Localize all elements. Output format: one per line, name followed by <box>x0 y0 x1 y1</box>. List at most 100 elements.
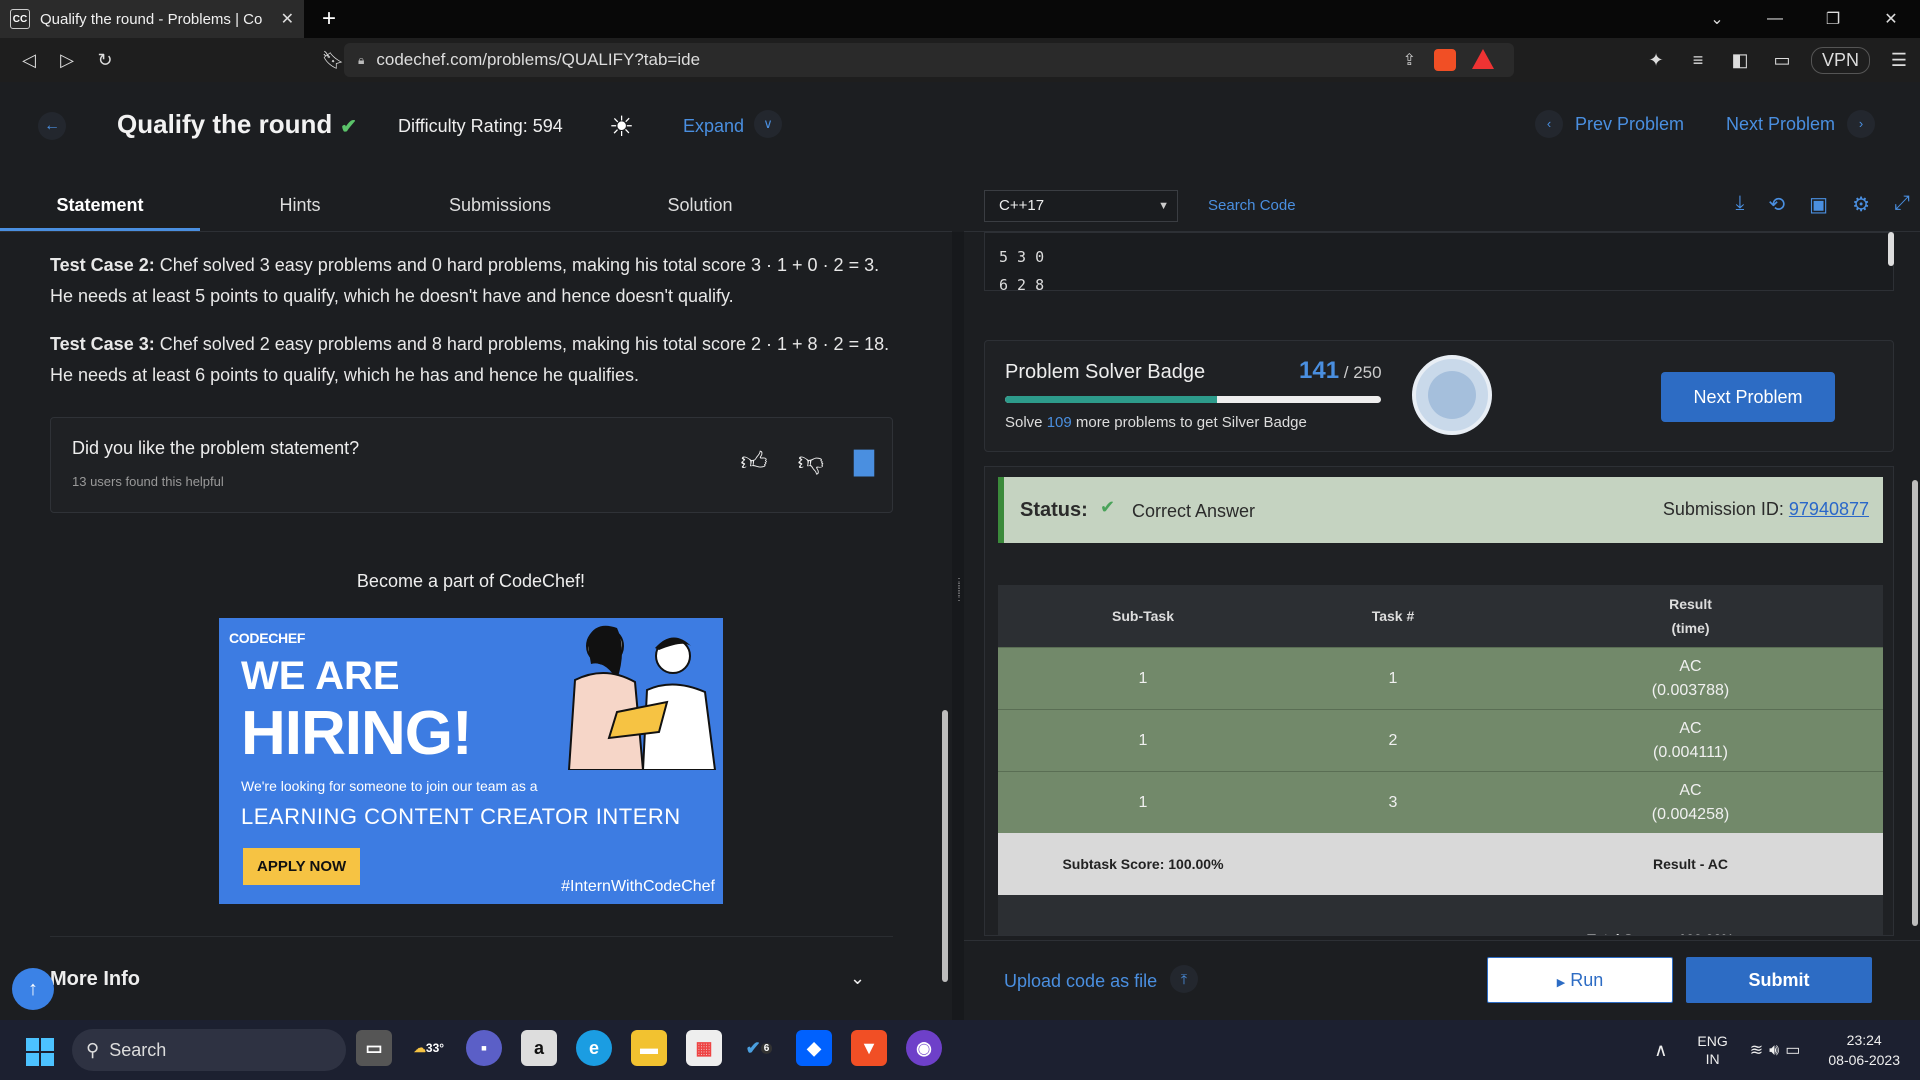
results-table: Sub-Task Task # Result (time) 1 1 AC (0.00… <box>998 585 1883 935</box>
address-bar[interactable]: 🔒︎ codechef.com/problems/QUALIFY?tab=ide… <box>344 43 1514 77</box>
scroll-to-top-icon[interactable]: ↑ <box>12 968 54 1010</box>
run-button[interactable]: ▶ Run <box>1487 957 1673 1003</box>
problem-tabs: Statement Hints Submissions Solution <box>0 180 952 232</box>
tab-hints[interactable]: Hints <box>200 180 400 231</box>
tab-submissions[interactable]: Submissions <box>400 180 600 231</box>
dropbox-icon[interactable]: ◆ <box>796 1030 832 1066</box>
back-arrow-icon[interactable]: ← <box>38 112 66 140</box>
badge-subtext: Solve 109 more problems to get Silver Ba… <box>1005 414 1307 431</box>
badge-title: Problem Solver Badge <box>1005 361 1206 383</box>
wifi-volume-battery-icons[interactable]: ≋🔊︎▭ <box>1750 1040 1807 1060</box>
language-select[interactable]: C++17 ▼ <box>984 190 1178 222</box>
chat-icon[interactable]: ▪ <box>466 1030 502 1066</box>
brave-icon[interactable]: ▼ <box>851 1030 887 1066</box>
forward-icon[interactable]: ▷ <box>48 50 86 71</box>
comment-icon[interactable]: ▇ <box>854 446 874 477</box>
problem-title: Qualify the round ✔ <box>117 109 357 139</box>
right-scrollbar[interactable] <box>1912 480 1918 926</box>
problem-header: ← Qualify the round ✔ Difficulty Rating: … <box>0 82 1920 178</box>
hiring-banner[interactable]: CODECHEF WE ARE HIRING! We're looking fo… <box>219 618 723 904</box>
chevron-left-icon: ‹ <box>1535 110 1563 138</box>
windows-start-icon[interactable] <box>26 1038 54 1066</box>
wallet-icon[interactable]: ▭ <box>1761 50 1803 71</box>
steam-icon[interactable]: ✔ 6 <box>741 1030 777 1066</box>
silver-badge-icon <box>1412 355 1492 435</box>
vpn-button[interactable]: VPN <box>1810 46 1870 74</box>
code-output[interactable]: 5 3 0 6 2 8 <box>984 232 1894 294</box>
window-controls: ⌄ — ❐ ✕ <box>1688 0 1920 38</box>
taskbar-search[interactable]: ⚲ Search <box>72 1029 346 1071</box>
language-indicator[interactable]: ENG IN <box>1697 1032 1727 1068</box>
close-window-icon[interactable]: ✕ <box>1862 9 1920 29</box>
expand-link[interactable]: Expand <box>683 116 744 137</box>
tab-search-chevron-icon[interactable]: ⌄ <box>1688 9 1746 29</box>
submit-button[interactable]: Submit <box>1686 957 1872 1003</box>
chevron-down-icon[interactable]: ∨ <box>754 110 782 138</box>
panel-resizer[interactable] <box>952 232 964 1020</box>
next-problem-link[interactable]: Next Problem › <box>1726 110 1876 138</box>
reload-icon[interactable]: ↻ <box>86 50 124 71</box>
system-tray: ∧ ENG IN ≋🔊︎▭ 23:24 08-06-2023 <box>1654 1020 1920 1080</box>
drag-handle-icon[interactable]: ⋮ ⋮ ⋮ ⋮ <box>954 578 964 603</box>
next-problem-button[interactable]: Next Problem <box>1661 372 1835 422</box>
banner-hashtag: #InternWithCodeChef <box>561 878 715 895</box>
restore-icon[interactable]: ❐ <box>1804 9 1862 29</box>
store-icon[interactable]: ▦ <box>686 1030 722 1066</box>
browser-extensions: ✦ ≡ ◧ ▭ VPN ☰ <box>1635 38 1920 82</box>
task-view-icon[interactable]: ▭ <box>356 1030 392 1066</box>
file-explorer-icon[interactable]: ▬ <box>631 1030 667 1066</box>
divider <box>50 936 893 937</box>
submission-id-link[interactable]: 97940877 <box>1789 499 1869 519</box>
weather-icon[interactable]: ☁ 33° <box>411 1030 447 1066</box>
minimize-icon[interactable]: — <box>1746 10 1804 28</box>
solved-check-icon: ✔ <box>340 116 357 138</box>
chevron-down-icon[interactable]: ⌄ <box>850 968 865 989</box>
test-case-3: Test Case 3: Chef solved 2 easy problems… <box>50 334 890 385</box>
gear-icon[interactable]: ⚙ <box>1852 192 1870 217</box>
upload-code-link[interactable]: Upload code as file <box>1004 971 1157 992</box>
people-illustration <box>555 620 719 770</box>
extensions-icon[interactable]: ✦ <box>1635 50 1677 71</box>
table-row: 1 2 AC (0.004111) <box>998 709 1883 771</box>
fullscreen-icon[interactable]: ⤢ <box>1894 192 1910 217</box>
brave-shields-icon[interactable] <box>1434 49 1456 71</box>
search-code-link[interactable]: Search Code <box>1208 197 1296 214</box>
theme-toggle-sun-icon[interactable]: ☀ <box>609 110 634 143</box>
feedback-box: Did you like the problem statement? 13 u… <box>50 417 893 513</box>
banner-role: LEARNING CONTENT CREATOR INTERN <box>241 804 681 829</box>
more-info-heading[interactable]: More Info <box>50 968 140 991</box>
sidebar-icon[interactable]: ◧ <box>1719 50 1761 71</box>
close-tab-icon[interactable]: ✕ <box>281 9 294 29</box>
github-desktop-icon[interactable]: ◉ <box>906 1030 942 1066</box>
thumbs-down-icon[interactable]: 👎︎ <box>798 446 824 477</box>
prev-problem-link[interactable]: ‹ Prev Problem <box>1535 110 1684 138</box>
browser-tab[interactable]: CC Qualify the round - Problems | Co ✕ <box>0 0 304 38</box>
badge-progress-fill <box>1005 396 1218 403</box>
chevron-up-icon[interactable]: ∧ <box>1654 1040 1667 1061</box>
code-scrollbar[interactable] <box>1888 232 1894 266</box>
thumbs-up-icon[interactable]: 👍︎ <box>740 446 767 477</box>
back-icon[interactable]: ◁ <box>10 50 48 71</box>
tab-solution[interactable]: Solution <box>600 180 800 231</box>
left-scrollbar[interactable] <box>942 710 948 982</box>
share-icon[interactable]: ⇪ <box>1403 50 1416 70</box>
upload-icon[interactable]: ⤒ <box>1170 965 1198 993</box>
codechef-logo: CODECHEF <box>229 630 306 646</box>
new-tab-icon[interactable]: + <box>322 5 336 33</box>
windows-taskbar: ⚲ Search ▭ ☁ 33° ▪ a e ▬ ▦ ✔ 6 ◆ ▼ ◉ ∧ ENG… <box>0 1020 1920 1080</box>
apply-now-button[interactable]: APPLY NOW <box>243 848 361 885</box>
badge-count: 141 / 250 <box>1299 357 1382 384</box>
brave-rewards-icon[interactable] <box>1472 49 1494 69</box>
amazon-icon[interactable]: a <box>521 1030 557 1066</box>
clock[interactable]: 23:24 08-06-2023 <box>1828 1030 1900 1070</box>
playlist-icon[interactable]: ≡ <box>1677 50 1719 71</box>
edge-icon[interactable]: e <box>576 1030 612 1066</box>
lock-icon: 🔒︎ <box>358 52 365 67</box>
tab-statement[interactable]: Statement <box>0 180 200 231</box>
save-icon[interactable]: ▣ <box>1809 192 1828 217</box>
table-header: Sub-Task Task # Result (time) <box>998 585 1883 647</box>
menu-icon[interactable]: ☰ <box>1878 50 1920 71</box>
download-icon[interactable]: ⤓ <box>1736 192 1745 217</box>
reset-icon[interactable]: ⟲ <box>1768 192 1785 217</box>
status-label: Status: <box>1020 499 1088 521</box>
